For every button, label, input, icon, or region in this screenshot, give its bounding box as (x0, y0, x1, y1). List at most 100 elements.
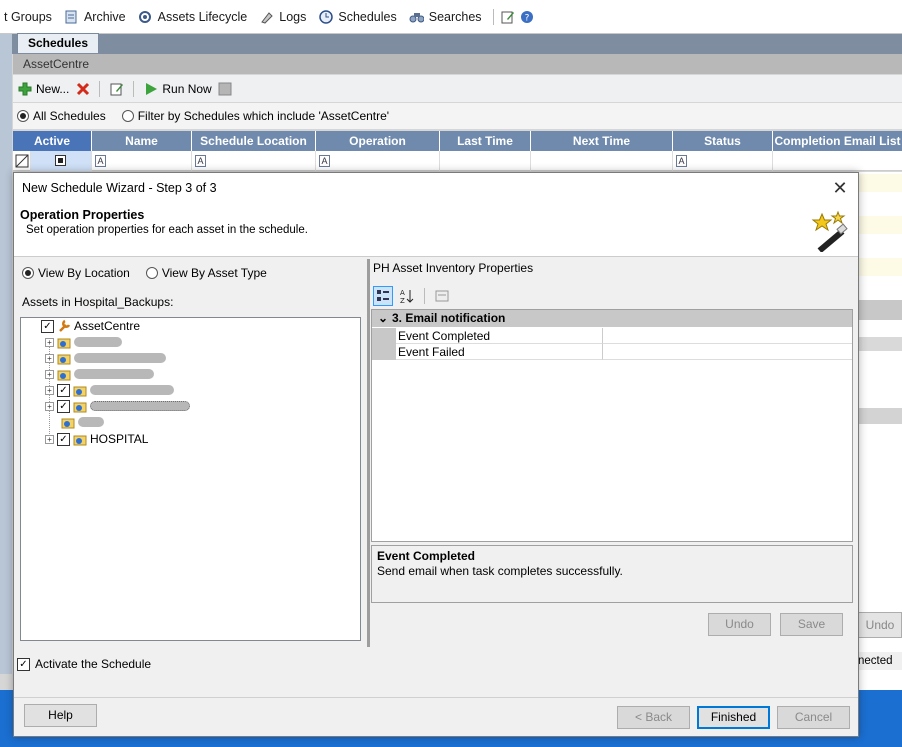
filter-schedules-radio[interactable]: Filter by Schedules which include 'Asset… (121, 109, 389, 123)
action-bar: New... Run Now (13, 75, 902, 102)
bg-bar (858, 408, 902, 424)
tree-node-hospital[interactable]: + ✓ HOSPITAL (45, 431, 148, 447)
tree-node-1[interactable]: + (45, 334, 122, 350)
categorized-icon[interactable] (373, 286, 393, 306)
toolbar-searches[interactable]: Searches (405, 9, 486, 24)
wizard-header: Operation Properties Set operation prope… (14, 203, 858, 257)
node-checkbox[interactable]: ✓ (57, 383, 70, 397)
next-time-filter-cell[interactable] (531, 151, 673, 171)
node-checkbox[interactable]: ✓ (57, 399, 70, 413)
property-row[interactable]: Event Completed (372, 328, 852, 344)
assets-label: Assets in Hospital_Backups: (22, 295, 174, 309)
view-by-asset-type-label: View By Asset Type (161, 266, 267, 280)
column-operation[interactable]: Operation (316, 131, 440, 151)
back-button[interactable]: < Back (617, 706, 690, 729)
column-next-time[interactable]: Next Time (531, 131, 673, 151)
delete-icon[interactable] (75, 81, 90, 96)
edit-note-icon[interactable] (501, 9, 516, 24)
view-options: View By Location View By Asset Type (22, 266, 267, 280)
wrench-icon (59, 319, 71, 332)
run-now-label: Run Now (162, 81, 212, 96)
collapse-icon[interactable]: ⌄ (378, 310, 392, 327)
run-now-button[interactable]: Run Now (143, 81, 212, 96)
action-separator (99, 80, 101, 97)
location-filter-cell[interactable]: A (192, 151, 316, 171)
alphabetical-sort-icon[interactable]: AZ (397, 286, 417, 306)
close-icon[interactable]: ✕ (828, 176, 852, 200)
pane-splitter[interactable] (367, 259, 370, 647)
property-name: Event Failed (396, 344, 602, 360)
column-active[interactable]: Active (13, 131, 92, 151)
filter-clear-icon[interactable] (13, 151, 31, 171)
help-icon[interactable]: ? (520, 9, 535, 24)
column-name[interactable]: Name (92, 131, 192, 151)
column-status[interactable]: Status (673, 131, 773, 151)
operation-filter-cell[interactable]: A (316, 151, 440, 171)
tree-node-4[interactable]: + ✓ (45, 382, 174, 398)
tree-node-root[interactable]: ✓ AssetCentre (41, 318, 140, 334)
property-value-event-completed[interactable] (602, 328, 852, 344)
tab-schedules[interactable]: Schedules (17, 33, 99, 53)
name-filter-cell[interactable]: A (92, 151, 192, 171)
last-time-filter-cell[interactable] (440, 151, 531, 171)
cancel-button[interactable]: Cancel (777, 706, 850, 729)
column-schedule-location[interactable]: Schedule Location (192, 131, 316, 151)
clock-icon (318, 9, 333, 24)
property-category[interactable]: ⌄ 3. Email notification (372, 310, 852, 327)
hospital-checkbox[interactable]: ✓ (57, 432, 70, 446)
bg-section-header (858, 300, 902, 320)
background-undo-button[interactable]: Undo (858, 612, 902, 638)
new-schedule-button[interactable]: New... (17, 81, 69, 96)
text-filter-icon: A (95, 155, 106, 167)
expand-icon[interactable]: + (45, 337, 54, 347)
expand-icon[interactable]: + (45, 369, 54, 379)
status-filter-cell[interactable]: A (673, 151, 773, 171)
bg-row (858, 174, 902, 192)
schedules-label: Schedules (338, 9, 397, 24)
stop-icon[interactable] (218, 81, 233, 96)
tree-node-2[interactable]: + (45, 350, 166, 366)
connection-status: nected (858, 652, 902, 670)
tree-node-6[interactable] (61, 414, 104, 430)
expand-icon[interactable]: + (45, 385, 54, 395)
expand-icon[interactable]: + (45, 401, 54, 411)
background-right-panel: Undo nected (858, 172, 902, 692)
toolbar-groups[interactable]: t Groups (0, 10, 56, 24)
activate-schedule-checkbox[interactable]: ✓ Activate the Schedule (17, 657, 151, 671)
view-by-location-radio[interactable]: View By Location (22, 266, 130, 280)
active-filter-cell[interactable] (31, 151, 92, 171)
all-schedules-radio[interactable]: All Schedules (17, 109, 106, 123)
expand-icon[interactable]: + (45, 353, 54, 363)
toolbar-assets-lifecycle[interactable]: Assets Lifecycle (134, 9, 252, 24)
property-row[interactable]: Event Failed (372, 344, 852, 360)
save-button[interactable]: Save (780, 613, 843, 636)
toolbar-schedules[interactable]: Schedules (314, 9, 400, 24)
email-filter-cell[interactable] (773, 151, 902, 171)
edit-icon[interactable] (109, 81, 124, 96)
property-grid[interactable]: ⌄ 3. Email notification Event Completed E… (371, 309, 853, 542)
view-by-asset-type-radio[interactable]: View By Asset Type (145, 266, 267, 280)
breadcrumb: AssetCentre (13, 54, 902, 74)
text-filter-icon: A (676, 155, 687, 167)
help-button[interactable]: Help (24, 704, 97, 727)
redacted-label (74, 369, 154, 379)
tree-node-5[interactable]: + ✓ (45, 398, 190, 414)
property-pages-icon[interactable] (432, 286, 452, 306)
root-checkbox[interactable]: ✓ (41, 319, 54, 333)
expand-icon[interactable]: + (45, 434, 54, 444)
column-completion-email[interactable]: Completion Email List (773, 131, 902, 151)
active-filter-checkbox[interactable] (55, 155, 66, 166)
asset-folder-icon (73, 386, 87, 397)
undo-button[interactable]: Undo (708, 613, 771, 636)
toolbar-archive[interactable]: Archive (60, 9, 130, 24)
finished-button[interactable]: Finished (697, 706, 770, 729)
column-last-time[interactable]: Last Time (440, 131, 531, 151)
toolbar-logs[interactable]: Logs (255, 9, 310, 24)
description-text: Send email when task completes successfu… (377, 564, 623, 578)
view-by-location-label: View By Location (38, 266, 130, 280)
property-value-event-failed[interactable] (602, 344, 852, 360)
tree-node-3[interactable]: + (45, 366, 154, 382)
activate-checkbox-box[interactable]: ✓ (17, 657, 30, 671)
all-schedules-label: All Schedules (33, 109, 106, 123)
asset-tree[interactable]: ✓ AssetCentre + + + + ✓ + ✓ + ✓ HOSPITAL (20, 317, 361, 641)
